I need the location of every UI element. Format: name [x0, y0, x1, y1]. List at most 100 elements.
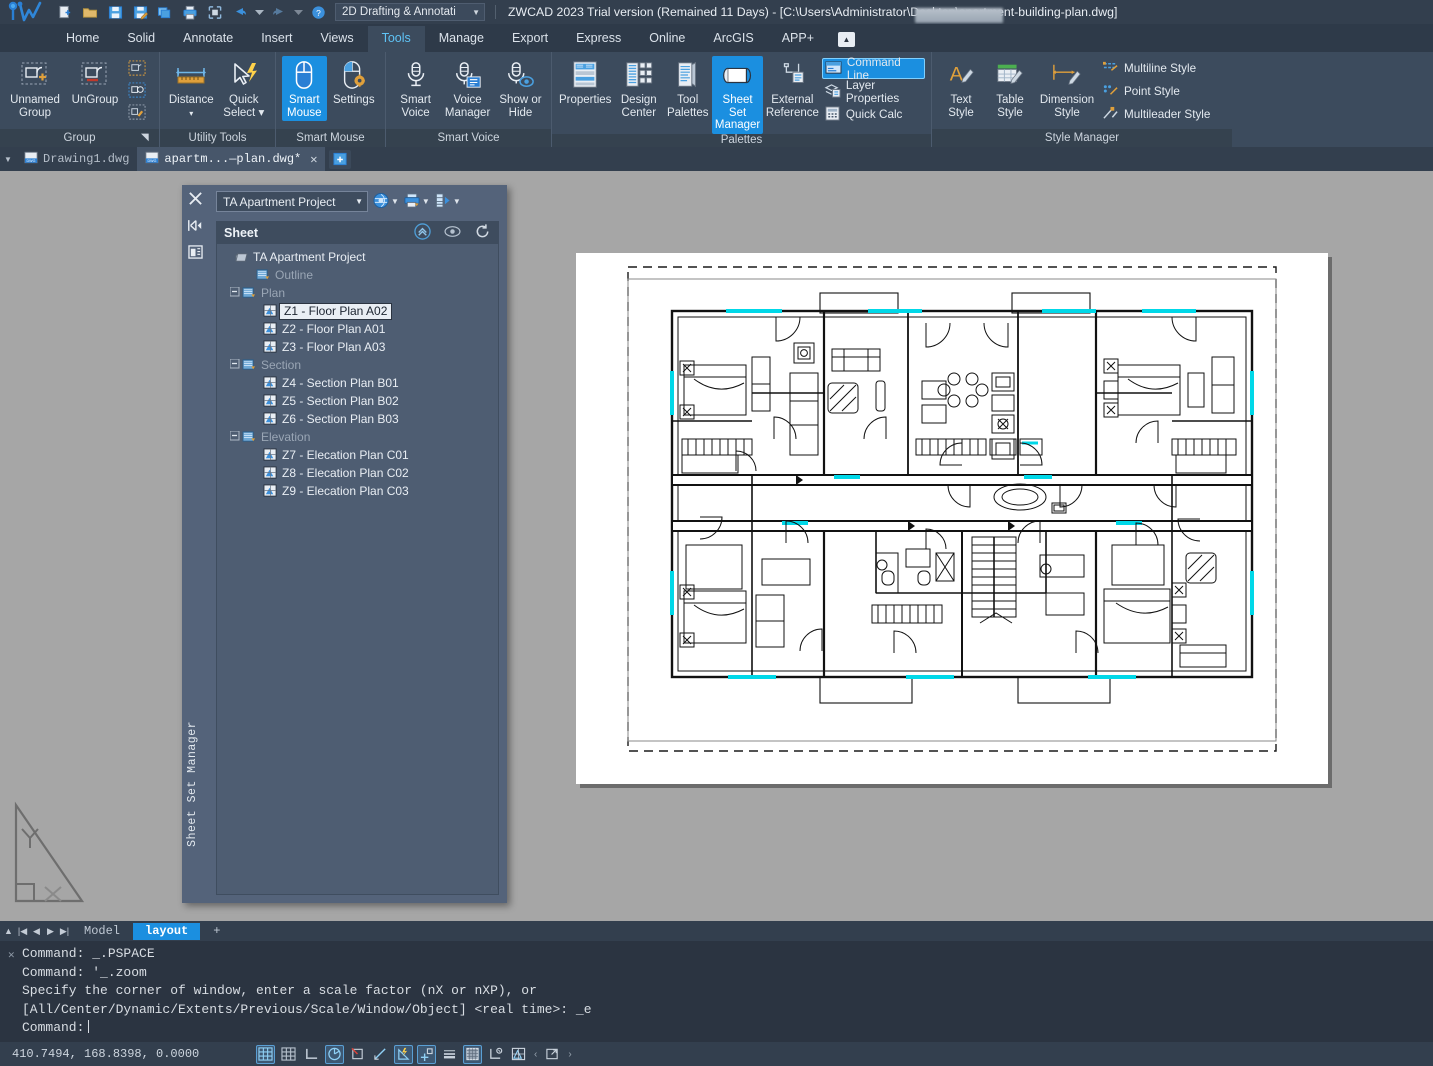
- redo-icon[interactable]: [268, 1, 290, 23]
- doc-tab-apartment[interactable]: DWG apartm...—plan.dwg* ✕: [137, 147, 326, 171]
- first-layout-icon[interactable]: |◀: [16, 926, 29, 937]
- tree-node-plan[interactable]: Plan: [217, 284, 498, 302]
- smart-mouse-button[interactable]: Smart Mouse: [282, 56, 327, 121]
- command-line-window[interactable]: ✕ Command: _.PSPACE Command: '_.zoom Spe…: [0, 941, 1433, 1042]
- osnap-icon[interactable]: [348, 1045, 367, 1064]
- chevron-right-icon[interactable]: ›: [566, 1049, 573, 1060]
- tab-manage[interactable]: Manage: [425, 26, 498, 52]
- sheet-set-plot-icon[interactable]: [403, 192, 421, 212]
- polar-tracking-icon[interactable]: [325, 1044, 344, 1064]
- dimension-style-button[interactable]: Dimension Style: [1036, 56, 1098, 121]
- voice-manager-button[interactable]: Voice Manager: [441, 56, 494, 121]
- sheet-set-manager-button[interactable]: Sheet Set Manager: [712, 56, 763, 134]
- tree-node-sheet-z8[interactable]: Z8 - Elecation Plan C02: [217, 464, 498, 482]
- group-dialog-launcher-icon[interactable]: ◥: [141, 132, 153, 144]
- doc-tab-menu-icon[interactable]: ▼: [0, 155, 16, 164]
- tree-node-sheet-z7[interactable]: Z7 - Elecation Plan C01: [217, 446, 498, 464]
- smart-mouse-settings-button[interactable]: Settings: [329, 56, 379, 109]
- selection-cycling-icon[interactable]: [509, 1045, 528, 1064]
- tree-node-sheet-z3[interactable]: Z3 - Floor Plan A03: [217, 338, 498, 356]
- table-style-button[interactable]: Table Style: [986, 56, 1034, 121]
- otrack-icon[interactable]: [371, 1045, 390, 1064]
- tab-views[interactable]: Views: [306, 26, 367, 52]
- refresh-icon[interactable]: [474, 223, 491, 243]
- tool-palettes-button[interactable]: Tool Palettes: [665, 56, 710, 121]
- quick-properties-icon[interactable]: [486, 1045, 505, 1064]
- tree-node-sheet-z5[interactable]: Z5 - Section Plan B02: [217, 392, 498, 410]
- sheet-set-etransmit-icon[interactable]: [434, 192, 452, 212]
- close-icon[interactable]: [185, 189, 205, 207]
- tree-node-sheet-z6[interactable]: Z6 - Section Plan B03: [217, 410, 498, 428]
- group-edit-icon[interactable]: [126, 58, 148, 78]
- fullscreen-icon[interactable]: [543, 1045, 562, 1064]
- lineweight-icon[interactable]: [440, 1045, 459, 1064]
- chevron-down-icon[interactable]: ▼: [422, 197, 430, 206]
- command-line-button[interactable]: Command Line: [821, 56, 926, 82]
- tree-twisty-minus[interactable]: [229, 430, 240, 443]
- print-preview-icon[interactable]: [204, 1, 226, 23]
- command-prompt-row[interactable]: Command:: [22, 1019, 1433, 1038]
- tab-solid[interactable]: Solid: [113, 26, 169, 52]
- tab-appplus[interactable]: APP+: [768, 26, 828, 52]
- help-icon[interactable]: ?: [307, 1, 329, 23]
- tree-node-sheet-z4[interactable]: Z4 - Section Plan B01: [217, 374, 498, 392]
- tree-node-outline[interactable]: Outline: [217, 266, 498, 284]
- ortho-icon[interactable]: [302, 1045, 321, 1064]
- grid-icon[interactable]: [279, 1045, 298, 1064]
- ungroup-button[interactable]: UnGroup: [66, 56, 124, 109]
- undo-icon[interactable]: [229, 1, 251, 23]
- print-icon[interactable]: [179, 1, 201, 23]
- multileader-style-button[interactable]: Multileader Style: [1100, 104, 1215, 125]
- save-icon[interactable]: [104, 1, 126, 23]
- close-icon[interactable]: ✕: [310, 152, 317, 167]
- properties-button[interactable]: Properties: [558, 56, 612, 109]
- sheet-tree[interactable]: TA Apartment Project Outline Plan Z1 - F…: [216, 244, 499, 895]
- expand-command-icon[interactable]: ▲: [2, 926, 15, 936]
- close-icon[interactable]: ✕: [8, 947, 15, 966]
- dynamic-ucs-icon[interactable]: [394, 1044, 413, 1064]
- tree-node-elevation[interactable]: Elevation: [217, 428, 498, 446]
- collapse-all-icon[interactable]: [414, 222, 431, 243]
- panel-properties-icon[interactable]: [185, 243, 205, 261]
- tree-node-sheet-z1[interactable]: Z1 - Floor Plan A02: [217, 302, 498, 320]
- batch-plot-icon[interactable]: [154, 1, 176, 23]
- dynamic-input-icon[interactable]: [417, 1044, 436, 1064]
- doc-tab-drawing1[interactable]: DWG Drawing1.dwg: [16, 147, 137, 171]
- tree-twisty-minus[interactable]: [229, 358, 240, 371]
- auto-hide-icon[interactable]: [185, 216, 205, 234]
- add-layout-button[interactable]: +: [201, 923, 232, 940]
- tab-annotate[interactable]: Annotate: [169, 26, 247, 52]
- sheet-set-publish-group[interactable]: ▼: [372, 192, 399, 212]
- distance-button[interactable]: Distance ▾: [166, 56, 217, 122]
- show-or-hide-button[interactable]: Show or Hide: [496, 56, 545, 121]
- point-style-button[interactable]: Point Style: [1100, 81, 1215, 102]
- chevron-down-icon[interactable]: ▼: [391, 197, 399, 206]
- unnamed-group-button[interactable]: Unnamed Group: [6, 56, 64, 121]
- tab-arcgis[interactable]: ArcGIS: [699, 26, 767, 52]
- sheet-set-plot-group[interactable]: ▼: [403, 192, 430, 212]
- tab-express[interactable]: Express: [562, 26, 635, 52]
- tree-node-root[interactable]: TA Apartment Project: [217, 248, 498, 266]
- layout-tab-model[interactable]: Model: [72, 923, 132, 940]
- open-folder-icon[interactable]: [79, 1, 101, 23]
- group-manager-icon[interactable]: [126, 102, 148, 122]
- sheet-set-selector[interactable]: TA Apartment Project ▼: [216, 191, 368, 212]
- tree-twisty-minus[interactable]: [229, 286, 240, 299]
- save-as-icon[interactable]: [129, 1, 151, 23]
- tab-insert[interactable]: Insert: [247, 26, 306, 52]
- layout-tab-layout[interactable]: layout: [133, 922, 201, 940]
- chevron-left-icon[interactable]: ‹: [532, 1049, 539, 1060]
- preview-icon[interactable]: [444, 225, 461, 241]
- sheet-set-etransmit-group[interactable]: ▼: [434, 192, 461, 212]
- tab-online[interactable]: Online: [635, 26, 699, 52]
- layer-properties-button[interactable]: Layer Properties: [822, 79, 925, 105]
- workspace-selector[interactable]: 2D Drafting & Annotati ▼: [335, 3, 485, 21]
- new-icon[interactable]: [54, 1, 76, 23]
- smart-voice-button[interactable]: Smart Voice: [392, 56, 439, 121]
- last-layout-icon[interactable]: ▶|: [58, 926, 71, 937]
- undo-dropdown-icon[interactable]: [254, 1, 265, 23]
- quick-calc-button[interactable]: Quick Calc: [822, 104, 925, 125]
- transparency-icon[interactable]: [463, 1044, 482, 1064]
- chevron-down-icon[interactable]: ▼: [453, 197, 461, 206]
- app-logo[interactable]: [0, 0, 52, 24]
